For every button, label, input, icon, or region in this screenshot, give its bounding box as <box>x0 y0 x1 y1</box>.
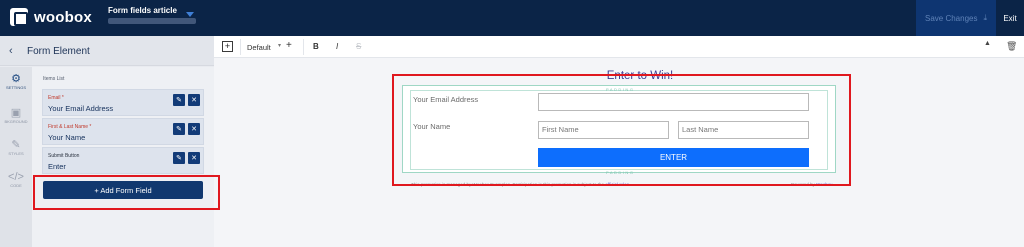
email-input[interactable] <box>538 93 809 111</box>
field-value: Enter <box>48 162 66 171</box>
edit-icon[interactable]: ✎ <box>173 152 185 164</box>
bold-button[interactable]: B <box>313 42 319 51</box>
rail-styles-label: STYLES <box>8 151 24 156</box>
field-name: Submit Button <box>48 153 80 159</box>
form-element-panel: ‹ Form Element ⚙ SETTINGS ▣ BKGROUND ✎ S… <box>0 36 214 247</box>
field-name: Email * <box>48 95 64 101</box>
field-row-submit[interactable]: Submit Button Enter ✎ ✕ <box>42 147 204 174</box>
logo-text: woobox <box>34 8 92 26</box>
first-name-input[interactable]: First Name <box>538 121 669 139</box>
close-icon[interactable]: ✕ <box>188 152 200 164</box>
download-icon: ⤓ <box>983 13 988 22</box>
rail-code-label: CODE <box>10 183 22 188</box>
document-subtitle-blur <box>108 18 196 24</box>
field-row-name[interactable]: First & Last Name * Your Name ✎ ✕ <box>42 118 204 145</box>
edit-icon[interactable]: ✎ <box>173 123 185 135</box>
official-rules-link[interactable]: official rules. <box>605 182 630 187</box>
close-icon[interactable]: ✕ <box>188 94 200 106</box>
padding-label-bottom: PADDING <box>606 170 635 175</box>
text-style-select[interactable]: Default <box>247 43 271 52</box>
top-bar: woobox Form fields article Save Changes … <box>0 0 1024 36</box>
chevron-down-icon[interactable] <box>186 12 194 17</box>
footer-text: This promotion is managed by Woobox Exam… <box>411 182 605 187</box>
rail-code[interactable]: </> CODE <box>0 171 32 188</box>
padding-label-top: PADDING <box>606 87 635 92</box>
trash-icon[interactable]: 🗑 <box>1006 41 1017 52</box>
chevron-up-icon[interactable]: ▲ <box>984 40 991 47</box>
field-value: Your Email Address <box>48 104 114 113</box>
save-changes-button[interactable]: Save Changes ⤓ <box>916 0 996 36</box>
save-changes-label: Save Changes <box>924 13 978 23</box>
field-name: First & Last Name * <box>48 124 92 130</box>
exit-button[interactable]: Exit <box>996 0 1024 36</box>
last-name-input[interactable]: Last Name <box>678 121 809 139</box>
toolbar-divider <box>240 39 241 55</box>
document-title[interactable]: Form fields article <box>108 6 177 15</box>
email-label: Your Email Address <box>413 95 479 104</box>
name-label: Your Name <box>413 122 451 131</box>
rail-styles[interactable]: ✎ STYLES <box>0 139 32 156</box>
panel-rail: ⚙ SETTINGS ▣ BKGROUND ✎ STYLES </> CODE <box>0 67 32 247</box>
rail-background-label: BKGROUND <box>4 119 28 124</box>
image-icon: ▣ <box>10 107 22 119</box>
strike-button[interactable]: S <box>356 42 361 51</box>
gear-icon: ⚙ <box>11 73 21 85</box>
edit-icon[interactable]: ✎ <box>173 94 185 106</box>
enter-button[interactable]: ENTER <box>538 148 809 167</box>
items-list-area: Items List Email * Your Email Address ✎ … <box>32 67 214 247</box>
woobox-logo-icon <box>10 8 28 26</box>
chevron-left-icon[interactable]: ‹ <box>9 45 13 57</box>
rail-settings[interactable]: ⚙ SETTINGS <box>0 73 32 90</box>
field-row-email[interactable]: Email * Your Email Address ✎ ✕ <box>42 89 204 116</box>
panel-header: ‹ Form Element <box>0 36 214 66</box>
rail-background[interactable]: ▣ BKGROUND <box>0 107 32 124</box>
toolbar-divider <box>303 39 304 55</box>
rail-settings-label: SETTINGS <box>5 85 26 90</box>
powered-by-brand[interactable]: Woobox <box>816 182 832 187</box>
footer-note: This promotion is managed by Woobox Exam… <box>411 182 630 187</box>
field-value: Your Name <box>48 133 86 142</box>
items-list-label: Items List <box>43 76 65 82</box>
brush-icon: ✎ <box>11 139 21 151</box>
italic-button[interactable]: I <box>336 42 338 51</box>
code-icon: </> <box>8 171 24 183</box>
panel-title: Form Element <box>27 46 90 57</box>
plus-icon[interactable]: + <box>286 40 292 51</box>
chevron-down-icon[interactable]: ▾ <box>278 42 281 49</box>
add-block-icon[interactable]: + <box>222 41 233 52</box>
preview-title[interactable]: Enter to Win! <box>560 70 720 82</box>
editor-toolbar: + Default ▾ + B I S ▲ 🗑 <box>214 36 1024 58</box>
powered-by-text: Powered by <box>791 182 815 187</box>
add-form-field-button[interactable]: + Add Form Field <box>43 181 203 199</box>
logo[interactable]: woobox <box>10 8 92 26</box>
close-icon[interactable]: ✕ <box>188 123 200 135</box>
powered-by: Powered by Woobox <box>791 182 832 187</box>
